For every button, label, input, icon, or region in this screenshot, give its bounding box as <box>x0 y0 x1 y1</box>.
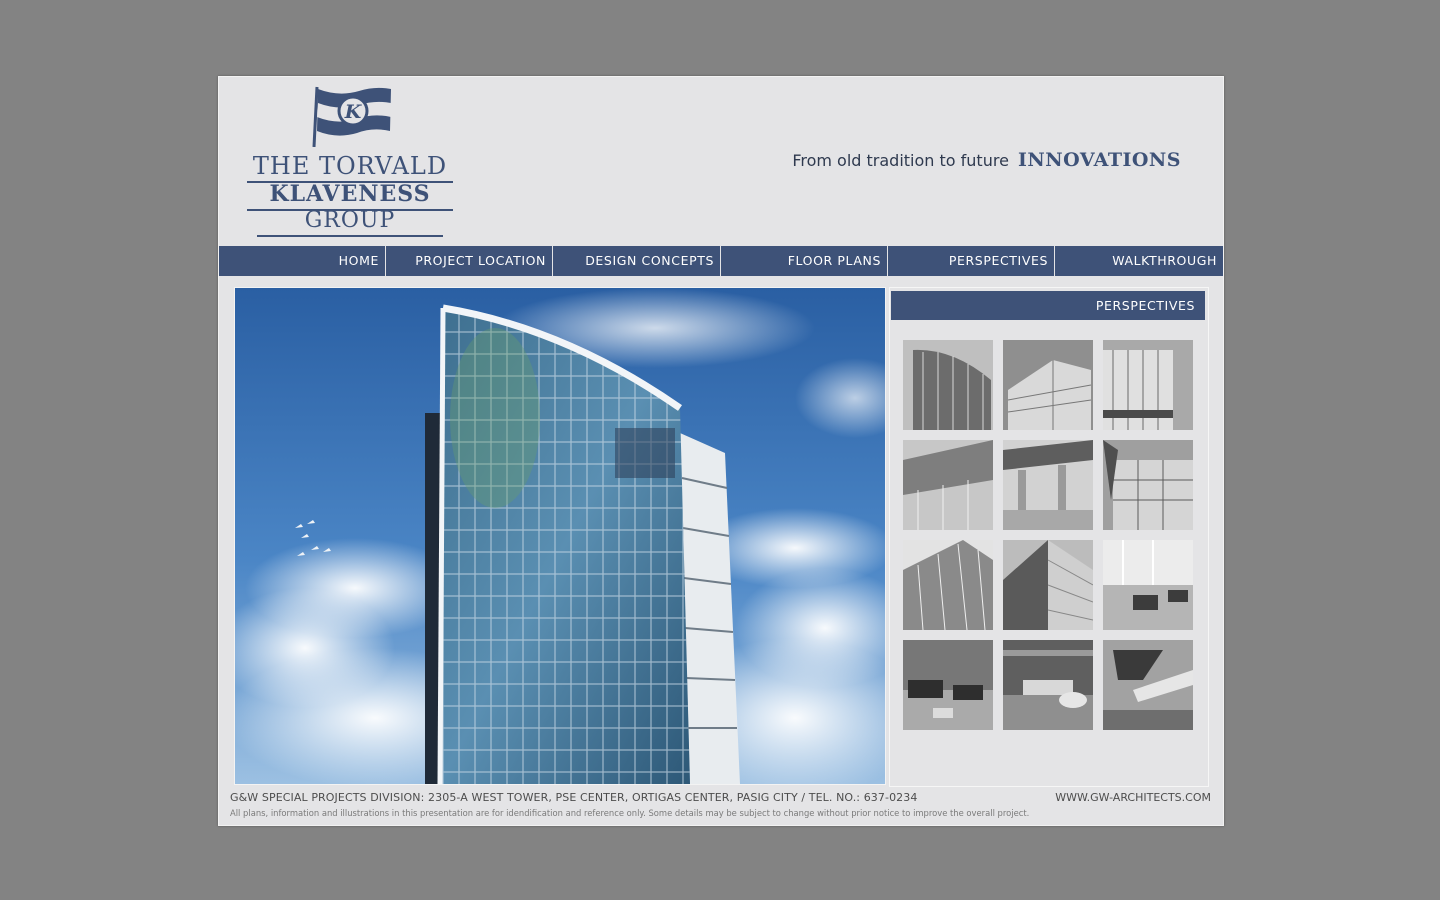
logo-line-1: THE TORVALD <box>252 152 448 180</box>
reception-interior-photo-icon <box>1003 640 1093 730</box>
thumbnail-4[interactable] <box>903 440 993 530</box>
tower-curve-photo-icon <box>903 340 993 430</box>
company-logo[interactable]: K THE TORVALD KLAVENESS GROUP <box>247 85 457 240</box>
thumbnail-11[interactable] <box>1003 640 1093 730</box>
thumbnail-3[interactable] <box>1103 340 1193 430</box>
nav-project-location[interactable]: PROJECT LOCATION <box>386 246 553 276</box>
nav-home[interactable]: HOME <box>219 246 386 276</box>
street-level-photo-icon <box>1103 440 1193 530</box>
thumbnail-8[interactable] <box>1003 540 1093 630</box>
thumbnail-grid <box>903 340 1193 730</box>
tower-render-image <box>235 288 885 784</box>
thumbnail-12[interactable] <box>1103 640 1193 730</box>
thumbnail-9[interactable] <box>1103 540 1193 630</box>
canopy-photo-icon <box>1003 440 1093 530</box>
thumbnail-5[interactable] <box>1003 440 1093 530</box>
lounge-interior-photo-icon <box>1103 540 1193 630</box>
thumbnail-6[interactable] <box>1103 440 1193 530</box>
thumbnail-7[interactable] <box>903 540 993 630</box>
perspectives-panel: PERSPECTIVES <box>889 287 1209 787</box>
panel-title: PERSPECTIVES <box>891 291 1205 320</box>
lobby-exterior-photo-icon <box>903 440 993 530</box>
building-corner-photo-icon <box>1003 340 1093 430</box>
thumbnail-10[interactable] <box>903 640 993 730</box>
logo-line-2: KLAVENESS <box>269 181 431 207</box>
nav-walkthrough[interactable]: WALKTHROUGH <box>1055 246 1223 276</box>
glass-facade-up-photo-icon <box>903 540 993 630</box>
entrance-facade-photo-icon <box>1103 340 1193 430</box>
footer-disclaimer: All plans, information and illustrations… <box>230 808 1030 818</box>
tagline-emphasis: INNOVATIONS <box>1018 149 1181 171</box>
flag-logo-icon: K <box>312 86 391 147</box>
flag-letter: K <box>344 101 363 123</box>
thumbnail-1[interactable] <box>903 340 993 430</box>
tagline: From old tradition to future INNOVATIONS <box>792 149 1181 171</box>
logo-rule-top <box>247 181 453 183</box>
main-nav: HOME PROJECT LOCATION DESIGN CONCEPTS FL… <box>219 246 1223 276</box>
nav-perspectives[interactable]: PERSPECTIVES <box>888 246 1055 276</box>
lounge-seating-photo-icon <box>903 640 993 730</box>
facade-angle-photo-icon <box>1003 540 1093 630</box>
footer-website-link[interactable]: WWW.GW-ARCHITECTS.COM <box>1055 791 1211 804</box>
logo-rule-bottom <box>257 235 443 237</box>
logo-line-3: GROUP <box>304 208 396 233</box>
staircase-interior-photo-icon <box>1103 640 1193 730</box>
nav-design-concepts[interactable]: DESIGN CONCEPTS <box>553 246 721 276</box>
page-frame: K THE TORVALD KLAVENESS GROUP From old t… <box>218 76 1224 826</box>
nav-floor-plans[interactable]: FLOOR PLANS <box>721 246 888 276</box>
logo-rule-middle <box>247 209 453 211</box>
thumbnail-2[interactable] <box>1003 340 1093 430</box>
footer-address: G&W SPECIAL PROJECTS DIVISION: 2305-A WE… <box>230 791 918 804</box>
tagline-text: From old tradition to future <box>792 151 1009 170</box>
hero-image-frame <box>234 287 886 785</box>
